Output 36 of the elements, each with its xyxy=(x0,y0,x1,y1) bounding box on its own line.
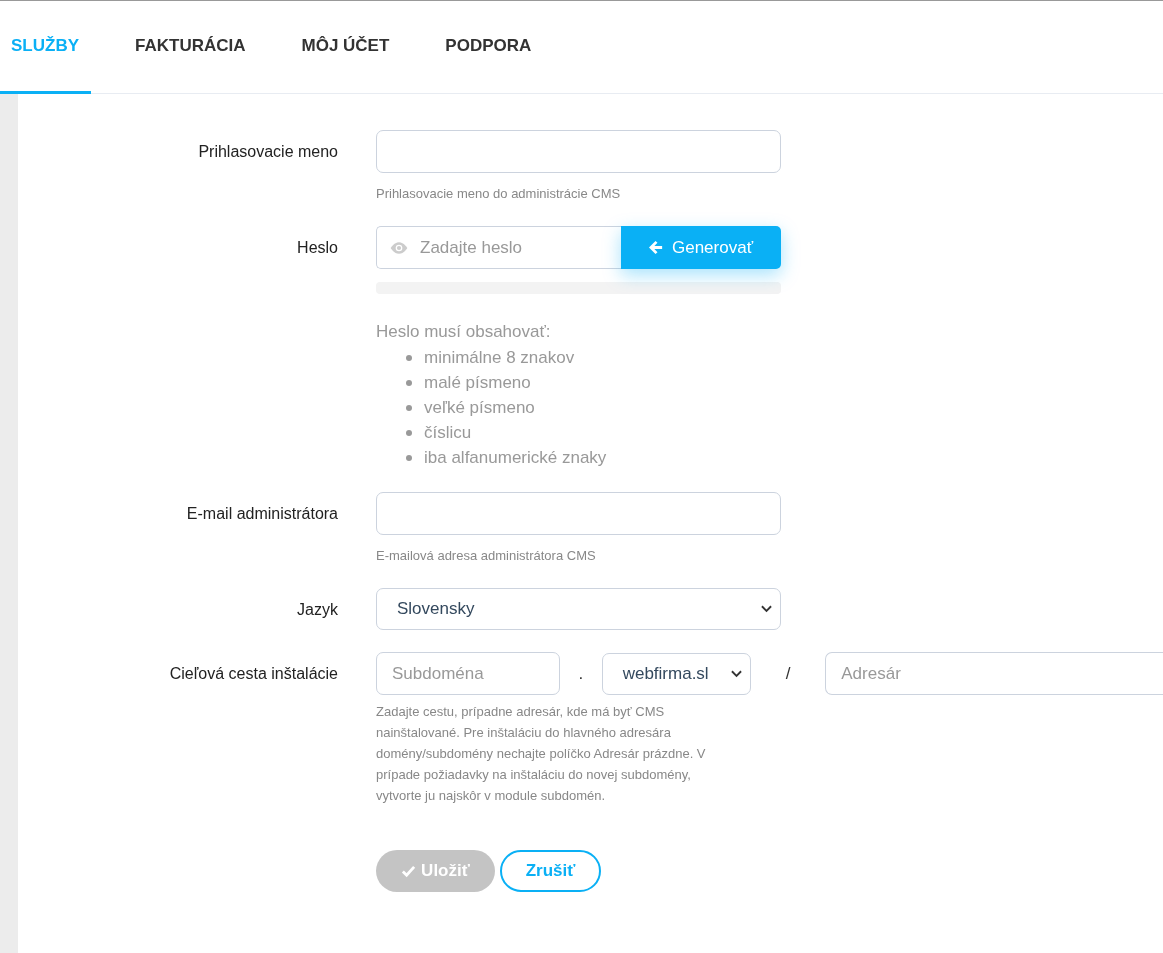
rule-text: číslicu xyxy=(424,422,472,443)
dot-separator: . xyxy=(577,663,585,684)
bullet-icon xyxy=(406,454,412,461)
rule-text: iba alfanumerické znaky xyxy=(424,447,607,468)
nav-tab[interactable]: PODPORA xyxy=(434,1,532,94)
slash-separator: / xyxy=(784,663,792,684)
bullet-icon xyxy=(406,429,412,436)
field-label: Heslo xyxy=(296,238,339,258)
chevron-down-icon xyxy=(761,605,772,613)
field-label: E-mail administrátora xyxy=(185,504,339,524)
field-label: Jazyk xyxy=(296,600,339,620)
field-label: Cieľová cesta inštalácie xyxy=(168,664,339,684)
help-text: Zadajte cestu, prípadne adresár, kde má byť CMS nainštalované. Pre inštaláciu do hlavného adresára domény/subdomény nechajte políčko Adresár prázdne. V prípade požiadavky na inštaláciu do novej subdomény, vytvorte ju najskôr v module subdomén. xyxy=(376,703,707,805)
subdomain-field[interactable]: Subdoména xyxy=(376,652,560,695)
bullet-icon xyxy=(406,354,412,361)
domain-select[interactable]: webfirma.sl xyxy=(601,652,751,695)
help-text: E-mailová adresa administrátora CMS xyxy=(376,547,597,565)
rule-text: malé písmeno xyxy=(424,372,531,393)
language-select[interactable]: Slovensky xyxy=(376,588,781,630)
nav-tab[interactable]: MÔJ ÚČET xyxy=(290,1,390,94)
eye-icon[interactable] xyxy=(389,240,409,255)
rule-text: minimálne 8 znakov xyxy=(424,347,575,368)
bullet-icon xyxy=(406,379,412,386)
field-label: Prihlasovacie meno xyxy=(197,142,339,162)
chevron-down-icon xyxy=(730,669,742,678)
password-field[interactable]: Zadajte heslo xyxy=(376,226,621,269)
input-field[interactable] xyxy=(376,492,781,535)
nav-tab[interactable]: FAKTURÁCIA xyxy=(124,1,246,94)
arrow-left-icon xyxy=(648,240,664,255)
rule-text: veľké písmeno xyxy=(424,397,535,418)
input-field[interactable] xyxy=(376,130,781,173)
help-text: Prihlasovacie meno do administrácie CMS xyxy=(376,185,622,203)
directory-field[interactable]: Adresár xyxy=(825,652,1163,695)
rules-title: Heslo musí obsahovať: xyxy=(376,322,552,342)
check-icon xyxy=(401,863,417,879)
bullet-icon xyxy=(406,404,412,411)
